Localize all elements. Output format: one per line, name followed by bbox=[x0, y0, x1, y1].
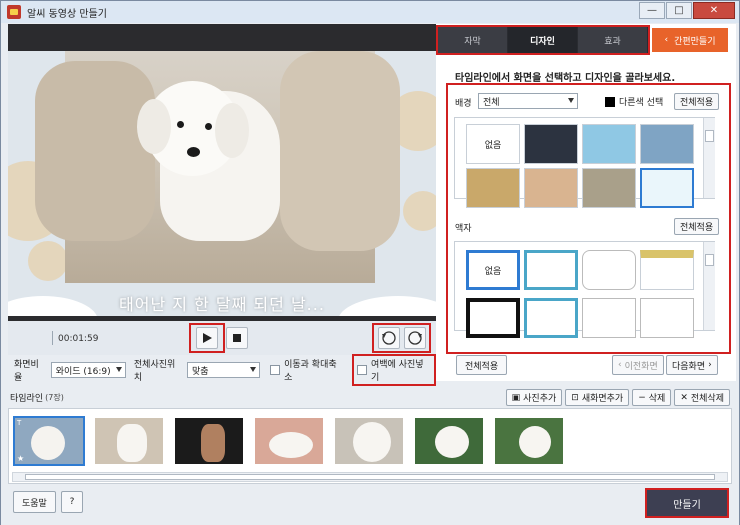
timeline-label: 타임라인 bbox=[10, 393, 44, 404]
chevron-left-icon: ‹ bbox=[618, 360, 622, 370]
minimize-button[interactable]: — bbox=[639, 2, 665, 19]
timeline-frame-4[interactable] bbox=[253, 416, 325, 466]
background-thumb[interactable] bbox=[582, 168, 636, 208]
background-label: 배경 bbox=[455, 99, 472, 109]
other-color-picker[interactable]: 다른색 선택 bbox=[605, 95, 663, 108]
frame-thumb[interactable] bbox=[582, 250, 636, 290]
background-grid: 없음 bbox=[454, 117, 715, 208]
timeline-frame-3[interactable] bbox=[173, 416, 245, 466]
frame-thumb[interactable] bbox=[640, 298, 694, 338]
frame-none-thumb[interactable]: 없음 bbox=[466, 250, 520, 290]
frame-apply-all-button[interactable]: 전체적용 bbox=[674, 218, 720, 235]
frame-thumb[interactable] bbox=[524, 298, 578, 338]
prev-screen-button[interactable]: ‹ 이전화면 bbox=[612, 355, 664, 375]
play-icon bbox=[203, 333, 212, 343]
timeline-count: (7장) bbox=[45, 392, 64, 402]
make-button[interactable]: 만들기 bbox=[645, 488, 729, 518]
settings-row: 화면비율 와이드 (16:9) 전체사진위치 맞춤 이동과 확대축소 여백에 사… bbox=[8, 354, 437, 386]
background-thumb[interactable] bbox=[524, 124, 578, 164]
stop-icon bbox=[233, 334, 241, 342]
background-select[interactable]: 전체 bbox=[478, 93, 578, 109]
background-scrollbar[interactable] bbox=[703, 118, 715, 198]
timeline-frame-6[interactable] bbox=[413, 416, 485, 466]
background-thumb[interactable] bbox=[640, 124, 694, 164]
playback-bar: 00:01:59 bbox=[8, 321, 436, 355]
close-icon: ✕ bbox=[680, 392, 688, 403]
frame-thumb[interactable] bbox=[582, 298, 636, 338]
timeline-strip: T ★ bbox=[8, 408, 732, 484]
timeline-header: 타임라인 (7장) ▣ 사진추가 ⊡ 새화면추가 − 삭제 ✕ 전체삭제 bbox=[8, 387, 732, 407]
tab-subtitle[interactable]: 자막 bbox=[438, 27, 508, 53]
bottom-apply-all-button[interactable]: 전체적용 bbox=[456, 355, 508, 375]
rotate-right-button[interactable] bbox=[404, 327, 426, 349]
preview-area: 태어난 지 한 달째 되던 날... bbox=[8, 24, 436, 321]
frame-scrollbar[interactable] bbox=[703, 242, 715, 330]
chevron-left-icon: ‹ bbox=[664, 35, 669, 45]
timeline-frame-5[interactable] bbox=[333, 416, 405, 466]
title-bar: 알씨 동영상 만들기 — □ ✕ bbox=[1, 1, 739, 23]
timeline-frame-2[interactable] bbox=[93, 416, 165, 466]
maximize-button[interactable]: □ bbox=[666, 2, 692, 19]
preview-caption: 태어난 지 한 달째 되던 날... bbox=[119, 295, 325, 314]
frame-thumb[interactable] bbox=[640, 250, 694, 290]
minus-icon: − bbox=[638, 392, 646, 403]
image-add-icon: ▣ bbox=[511, 392, 521, 403]
rotate-left-icon bbox=[382, 331, 396, 345]
window-title: 알씨 동영상 만들기 bbox=[27, 8, 107, 20]
design-options: 배경 전체 다른색 선택 전체적용 없음 액자 전체적용 없음 bbox=[446, 83, 731, 354]
close-button[interactable]: ✕ bbox=[693, 2, 735, 19]
position-label: 전체사진위치 bbox=[133, 360, 176, 383]
frame-grid: 없음 bbox=[454, 241, 715, 338]
rotate-right-icon bbox=[408, 331, 422, 345]
fill-margin-checkbox[interactable]: 여백에 사진넣기 bbox=[352, 354, 437, 386]
app-window: 알씨 동영상 만들기 — □ ✕ 태어난 지 한 달째 되던 날... 00:0… bbox=[0, 0, 740, 525]
delete-all-button[interactable]: ✕ 전체삭제 bbox=[674, 389, 730, 406]
bottom-bar: 도움말 ? 만들기 bbox=[1, 485, 739, 525]
timeline-frame-7[interactable] bbox=[493, 416, 565, 466]
playback-time: 00:01:59 bbox=[58, 334, 99, 344]
background-thumb-selected[interactable] bbox=[640, 168, 694, 208]
text-icon: T bbox=[17, 419, 22, 427]
design-nav-row: 전체적용 ‹ 이전화면 다음화면 › bbox=[436, 351, 736, 379]
question-button[interactable]: ? bbox=[61, 491, 83, 513]
screen-add-icon: ⊡ bbox=[571, 392, 579, 403]
timeline-frame-1[interactable]: T ★ bbox=[13, 416, 85, 466]
background-thumb[interactable] bbox=[466, 168, 520, 208]
frame-thumb[interactable] bbox=[466, 298, 520, 338]
color-swatch bbox=[605, 96, 615, 107]
rotate-left-button[interactable] bbox=[378, 327, 400, 349]
add-photo-button[interactable]: ▣ 사진추가 bbox=[505, 389, 563, 406]
play-button[interactable] bbox=[196, 327, 218, 349]
new-screen-button[interactable]: ⊡ 새화면추가 bbox=[565, 389, 630, 406]
ratio-label: 화면비율 bbox=[14, 360, 39, 383]
background-thumb[interactable] bbox=[524, 168, 578, 208]
preview-image: 태어난 지 한 달째 되던 날... bbox=[8, 51, 436, 316]
design-instruction: 타임라인에서 화면을 선택하고 디자인을 골라보세요. bbox=[455, 73, 676, 84]
frame-thumb[interactable] bbox=[524, 250, 578, 290]
frame-label: 액자 bbox=[455, 224, 472, 234]
design-panel: 자막 디자인 효과 ‹ 간편만들기 타임라인에서 화면을 선택하고 디자인을 골… bbox=[436, 24, 736, 381]
window-controls: — □ ✕ bbox=[639, 2, 735, 19]
stop-button[interactable] bbox=[226, 327, 248, 349]
panel-tabs: 자막 디자인 효과 bbox=[438, 27, 648, 53]
tab-design[interactable]: 디자인 bbox=[508, 27, 578, 53]
tab-effect[interactable]: 효과 bbox=[578, 27, 648, 53]
help-button[interactable]: 도움말 bbox=[13, 491, 56, 513]
zoom-checkbox[interactable]: 이동과 확대축소 bbox=[270, 357, 344, 383]
chevron-right-icon: › bbox=[708, 360, 712, 370]
position-select[interactable]: 맞춤 bbox=[186, 362, 261, 378]
star-icon: ★ bbox=[17, 454, 25, 463]
delete-button[interactable]: − 삭제 bbox=[632, 389, 672, 406]
app-icon bbox=[7, 5, 21, 19]
background-thumb[interactable] bbox=[582, 124, 636, 164]
ratio-select[interactable]: 와이드 (16:9) bbox=[50, 362, 126, 378]
background-none-thumb[interactable]: 없음 bbox=[466, 124, 520, 164]
easy-make-button[interactable]: ‹ 간편만들기 bbox=[652, 28, 728, 52]
next-screen-button[interactable]: 다음화면 › bbox=[666, 355, 718, 375]
background-apply-all-button[interactable]: 전체적용 bbox=[674, 93, 720, 110]
timeline-scrollbar[interactable] bbox=[12, 472, 728, 482]
